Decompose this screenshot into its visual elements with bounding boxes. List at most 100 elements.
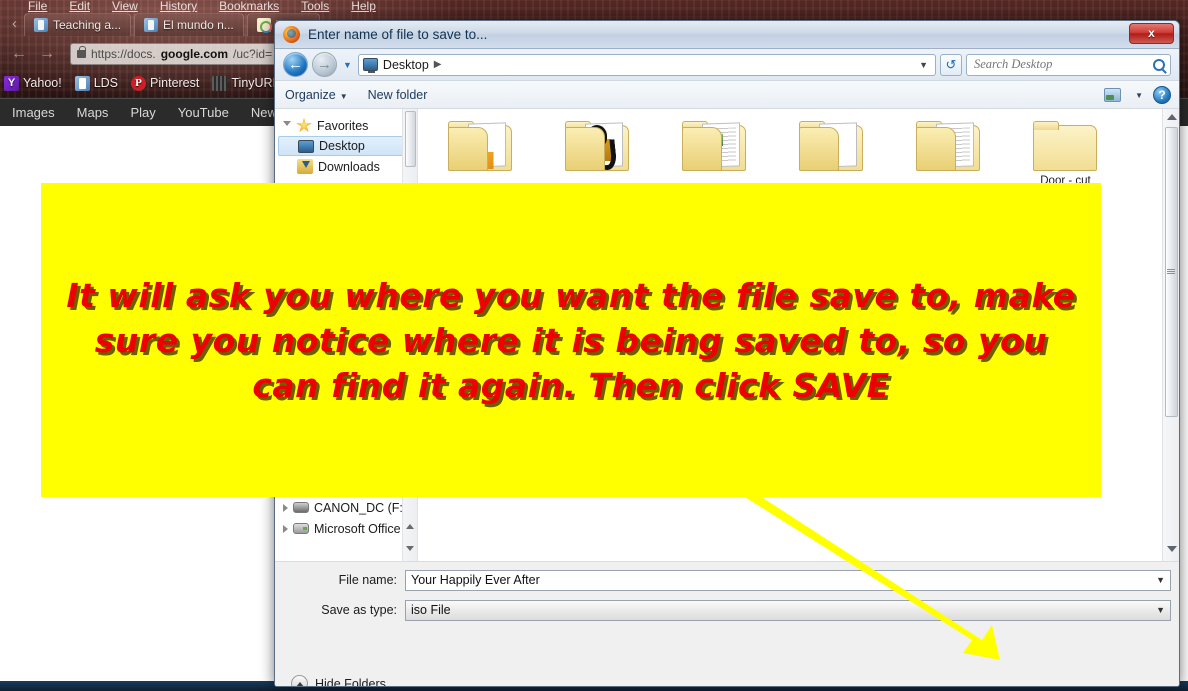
folder-web-page-icon [681,119,748,171]
scroll-up-icon[interactable] [406,524,414,529]
google-nav-maps[interactable]: Maps [77,105,109,120]
bookmark-yahoo[interactable]: Yahoo! [4,75,62,91]
pinterest-icon [131,75,147,91]
view-chevron-down-icon[interactable]: ▼ [1135,91,1143,100]
desktop-icon [362,58,378,73]
menu-tools[interactable]: Tools [301,0,329,12]
change-view-icon[interactable] [1104,88,1122,102]
tree-item-desktop-label: Desktop [319,139,365,153]
scrollbar-grip-icon [1167,269,1175,274]
dialog-title: Enter name of file to save to... [308,27,488,42]
file-list-scrollbar[interactable] [1162,109,1179,561]
recent-locations-chevron-down-icon[interactable]: ▼ [343,60,352,70]
dialog-footer: File name: Your Happily Ever After ▼ Sav… [275,561,1179,661]
folder-google-drive-icon [447,119,514,171]
browser-tab-2[interactable]: El mundo n... [134,13,244,36]
browser-tab-1[interactable]: Teaching a... [24,13,132,36]
cd-drive-icon [293,523,309,534]
expander-closed-icon[interactable] [283,524,288,533]
file-name-input[interactable]: Your Happily Ever After ▼ [405,569,1171,591]
dialog-titlebar: Enter name of file to save to... x [275,21,1179,49]
google-nav-play[interactable]: Play [130,105,155,120]
menu-edit[interactable]: Edit [69,0,90,12]
browser-tab-1-label: Teaching a... [53,18,122,32]
menu-help[interactable]: Help [351,0,376,12]
bookmark-pinterest[interactable]: Pinterest [131,75,200,91]
menu-bookmarks[interactable]: Bookmarks [219,0,279,12]
annotation-text: It will ask you where you want the file … [66,275,1076,405]
scroll-down-icon[interactable] [1167,546,1177,552]
folder-plain-icon [1032,119,1099,171]
url-prefix: https://docs. [91,47,156,61]
scroll-down-icon[interactable] [406,546,414,551]
camera-drive-icon [293,502,309,513]
toolbar-right-group: ▼ ? [1104,81,1171,109]
menu-file[interactable]: File [28,0,47,12]
file-name-row: File name: Your Happily Ever After ▼ [275,568,1179,592]
tree-item-desktop[interactable]: Desktop [278,136,414,156]
search-box[interactable] [966,53,1171,76]
menu-history[interactable]: History [160,0,197,12]
breadcrumb-item-desktop[interactable]: Desktop [383,58,429,72]
folder-hair-icon [564,119,631,171]
bookmark-lds[interactable]: LDS [74,75,118,91]
breadcrumb[interactable]: Desktop ▶ ▼ [357,53,936,76]
tab-scroll-left-icon[interactable]: ‹ [8,13,21,35]
folder-documents-icon [798,119,865,171]
expander-open-icon[interactable] [283,121,291,130]
bookmark-pinterest-label: Pinterest [150,76,200,90]
document-favicon [34,18,48,32]
close-icon[interactable]: x [1129,23,1174,44]
forward-button[interactable]: → [312,52,337,77]
organize-button[interactable]: Organize ▼ [285,88,348,102]
scrollbar-thumb[interactable] [405,111,416,167]
scroll-up-icon[interactable] [1167,114,1177,120]
save-as-type-label: Save as type: [321,603,397,617]
joomla-favicon [256,18,272,33]
refresh-icon[interactable]: ↺ [940,53,962,76]
forward-arrow-icon[interactable]: → [36,43,58,65]
document-icon [74,75,90,91]
dialog-address-row: ← → ▼ Desktop ▶ ▼ ↺ [275,49,1179,81]
save-as-type-chevron-down-icon[interactable]: ▼ [1156,605,1165,615]
breadcrumb-separator-icon: ▶ [433,59,442,70]
search-input[interactable] [972,56,1153,73]
hide-folders-button[interactable]: Hide Folders [291,675,386,686]
help-icon[interactable]: ? [1153,86,1171,104]
lock-icon [77,46,86,58]
save-as-type-select[interactable]: iso File ▼ [405,599,1171,621]
url-bar[interactable]: https://docs. google.com /uc?id= [70,43,285,65]
file-name-value: Your Happily Ever After [411,573,540,587]
screenshot-root: File Edit View History Bookmarks Tools H… [0,0,1188,691]
annotation-callout: It will ask you where you want the file … [41,183,1101,497]
menu-view[interactable]: View [112,0,138,12]
tree-item-canon-dc[interactable]: CANON_DC (F:) [275,497,407,518]
star-icon [296,118,312,132]
expander-closed-icon[interactable] [283,503,288,512]
bookmark-tinyurl[interactable]: TinyURL! [212,75,283,91]
back-button[interactable]: ← [283,52,308,77]
file-name-label: File name: [338,573,397,587]
browser-menubar: File Edit View History Bookmarks Tools H… [0,0,1188,12]
tree-item-microsoft-office[interactable]: Microsoft Office [275,518,401,539]
google-nav-youtube[interactable]: YouTube [178,105,229,120]
tree-item-downloads-label: Downloads [318,159,380,174]
google-nav-images[interactable]: Images [12,105,55,120]
downloads-icon [297,159,313,174]
save-as-type-value: iso File [411,603,451,617]
yahoo-icon [4,75,19,91]
monitor-icon [298,139,314,153]
breadcrumb-chevron-down-icon[interactable]: ▼ [919,60,931,70]
search-icon [1153,58,1165,71]
tree-item-favorites[interactable]: Favorites [275,115,417,136]
tinyurl-icon [212,75,228,91]
tree-item-canon-dc-label: CANON_DC (F:) [314,500,408,515]
firefox-icon [283,26,300,43]
back-arrow-icon[interactable]: ← [8,43,30,65]
tree-item-downloads[interactable]: Downloads [275,156,417,177]
file-name-chevron-down-icon[interactable]: ▼ [1156,575,1165,585]
new-folder-button[interactable]: New folder [368,88,428,102]
save-as-type-row: Save as type: iso File ▼ [275,598,1179,622]
dialog-actions: Hide Folders Save Cancel [275,661,1179,686]
tree-item-microsoft-office-label: Microsoft Office [314,521,401,536]
